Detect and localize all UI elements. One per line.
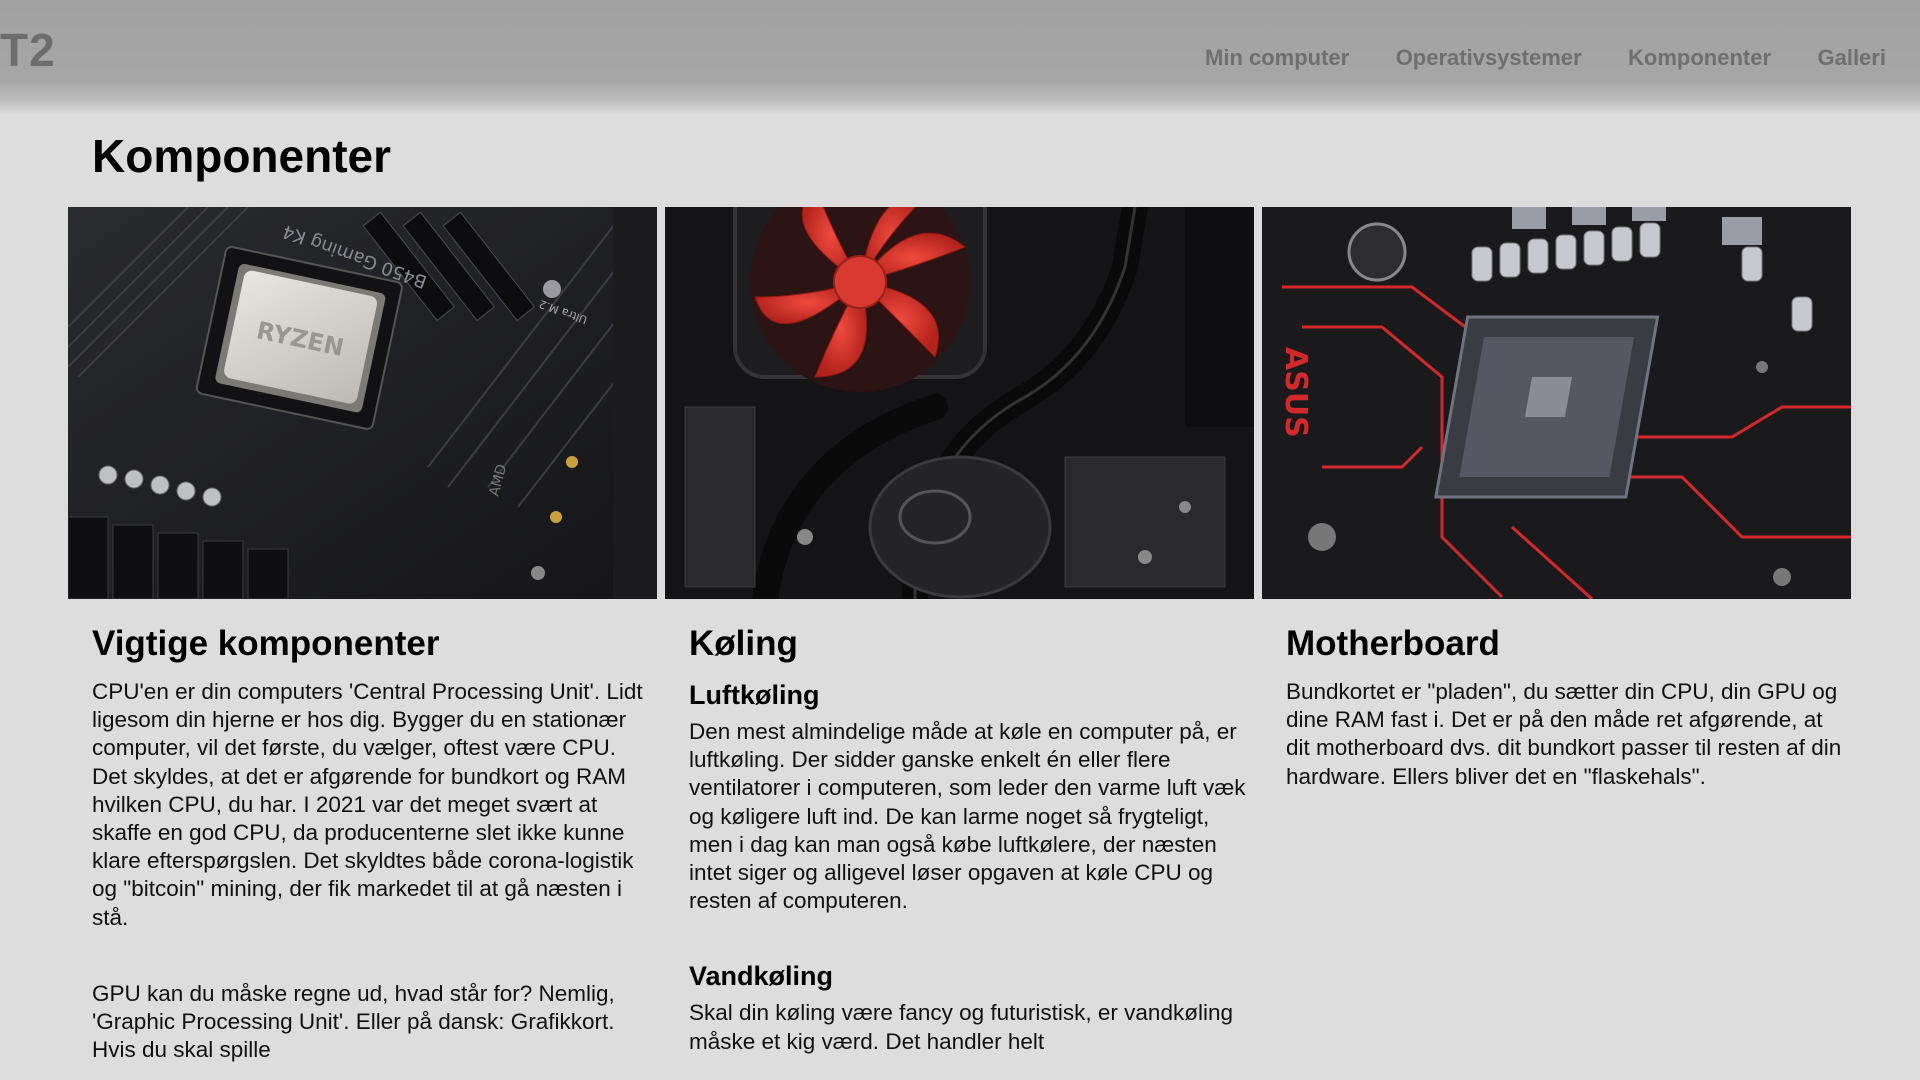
air-cooling-heading: Luftkøling bbox=[689, 680, 820, 710]
nav-link-komponenter[interactable]: Komponenter bbox=[1628, 44, 1771, 72]
cooling-heading: Køling bbox=[689, 624, 798, 663]
cooling-column: Køling Luftkøling Den mest almindelige m… bbox=[689, 622, 1249, 1056]
motherboard-paragraph: Bundkortet er "pladen", du sætter din CP… bbox=[1286, 679, 1842, 789]
nav-link-galleri[interactable]: Galleri bbox=[1817, 44, 1885, 72]
page: T2 Min computer Operativsystemer Kompone… bbox=[0, 0, 1920, 1080]
components-column: Vigtige komponenter CPU'en er din comput… bbox=[92, 622, 652, 1064]
water-cooling-heading: Vandkøling bbox=[689, 961, 834, 992]
nav-link-operativsystemer[interactable]: Operativsystemer bbox=[1396, 44, 1582, 72]
cpu-paragraph: CPU'en er din computers 'Central Process… bbox=[92, 679, 643, 930]
components-heading: Vigtige komponenter bbox=[92, 624, 440, 663]
site-header: T2 Min computer Operativsystemer Kompone… bbox=[0, 0, 1920, 114]
motherboard-heading: Motherboard bbox=[1286, 624, 1500, 663]
asus-label: ASUS bbox=[1278, 347, 1313, 438]
page-title: Komponenter bbox=[92, 130, 391, 182]
main-nav: Min computer Operativsystemer Komponente… bbox=[1205, 44, 1920, 72]
motherboard-photo: ASUS bbox=[1262, 207, 1851, 599]
water-cooling-paragraph: Skal din køling være fancy og futuristis… bbox=[689, 1000, 1233, 1054]
gpu-paragraph: GPU kan du måske regne ud, hvad står for… bbox=[92, 980, 615, 1063]
nav-link-min-computer[interactable]: Min computer bbox=[1205, 44, 1349, 72]
cpu-motherboard-photo: RYZEN B450 Gaming K4 Ultra M.2 AMD bbox=[68, 207, 657, 599]
motherboard-column: Motherboard Bundkortet er "pladen", du s… bbox=[1286, 622, 1846, 791]
cooling-photo bbox=[665, 207, 1254, 599]
site-logo[interactable]: T2 bbox=[0, 22, 56, 78]
air-cooling-paragraph: Den mest almindelige måde at køle en com… bbox=[689, 719, 1246, 914]
